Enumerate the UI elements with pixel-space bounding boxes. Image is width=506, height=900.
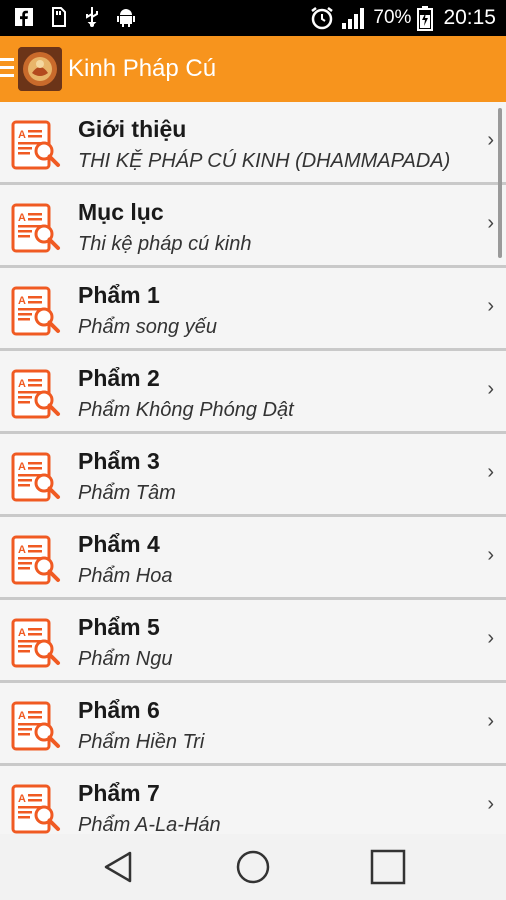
item-title: Giới thiệu [78, 116, 187, 142]
app-title: Kinh Pháp Cú [68, 55, 217, 82]
list-item[interactable]: A Phẩm 6 Phẩm Hiền Tri › [0, 683, 506, 766]
item-subtitle: Phẩm Hoa [78, 565, 173, 587]
signal-icon [342, 8, 365, 29]
chevron-right-icon: › [487, 295, 494, 317]
chevron-right-icon: › [487, 212, 494, 234]
document-search-icon: A [10, 119, 62, 171]
android-icon [117, 9, 135, 27]
app-bar: Kinh Pháp Cú [0, 36, 506, 102]
item-title: Phẩm 3 [78, 448, 160, 474]
chevron-right-icon: › [487, 461, 494, 483]
list-item[interactable]: A Mục lục Thi kệ pháp cú kinh › [0, 185, 506, 268]
document-search-icon: A [10, 700, 62, 752]
item-title: Phẩm 4 [78, 531, 160, 557]
item-subtitle: Phẩm A-La-Hán [78, 814, 221, 834]
item-subtitle: Phẩm Tâm [78, 482, 176, 504]
chevron-right-icon: › [487, 710, 494, 732]
document-search-icon: A [10, 617, 62, 669]
list-item[interactable]: A Phẩm 7 Phẩm A-La-Hán › [0, 766, 506, 834]
document-search-icon: A [10, 451, 62, 503]
document-search-icon: A [10, 202, 62, 254]
item-title: Phẩm 1 [78, 282, 160, 308]
item-title: Phẩm 6 [78, 697, 160, 723]
list-item[interactable]: A Phẩm 2 Phẩm Không Phóng Dật › [0, 351, 506, 434]
back-icon[interactable] [100, 847, 140, 887]
item-subtitle: Phẩm Hiền Tri [78, 731, 205, 753]
item-subtitle: Phẩm Không Phóng Dật [78, 399, 294, 421]
system-status: 70% 20:15 [309, 0, 496, 36]
recents-icon[interactable] [368, 847, 408, 887]
home-icon[interactable] [233, 847, 273, 887]
svg-text:A: A [18, 544, 26, 556]
document-search-icon: A [10, 783, 62, 834]
svg-text:A: A [18, 295, 26, 307]
scrollbar[interactable] [498, 108, 502, 258]
item-subtitle: Thi kệ pháp cú kinh [78, 233, 252, 255]
item-subtitle: Phẩm Ngu [78, 648, 173, 670]
document-search-icon: A [10, 285, 62, 337]
app-logo[interactable] [18, 47, 62, 91]
battery-percent: 70% [373, 7, 412, 28]
navigation-bar [0, 834, 506, 900]
document-search-icon: A [10, 368, 62, 420]
list-item[interactable]: A Giới thiệu THI KỆ PHÁP CÚ KINH (DHAMMA… [0, 102, 506, 185]
svg-text:A: A [18, 378, 26, 390]
chapter-list: A Giới thiệu THI KỆ PHÁP CÚ KINH (DHAMMA… [0, 102, 506, 834]
usb-icon [86, 7, 98, 27]
clock: 20:15 [443, 6, 496, 29]
facebook-icon [15, 8, 33, 27]
chevron-right-icon: › [487, 627, 494, 649]
list-item[interactable]: A Phẩm 3 Phẩm Tâm › [0, 434, 506, 517]
svg-text:A: A [18, 627, 26, 639]
notification-icons [14, 6, 136, 28]
item-title: Phẩm 5 [78, 614, 160, 640]
chevron-right-icon: › [487, 378, 494, 400]
svg-text:A: A [18, 461, 26, 473]
sd-card-icon [52, 7, 66, 27]
item-subtitle: THI KỆ PHÁP CÚ KINH (DHAMMAPADA) [78, 150, 451, 172]
item-subtitle: Phẩm song yếu [78, 316, 217, 338]
item-title: Mục lục [78, 199, 164, 225]
chevron-right-icon: › [487, 129, 494, 151]
item-title: Phẩm 7 [78, 780, 160, 806]
alarm-icon [311, 7, 334, 30]
list-item[interactable]: A Phẩm 5 Phẩm Ngu › [0, 600, 506, 683]
svg-text:A: A [18, 129, 26, 141]
svg-text:A: A [18, 212, 26, 224]
list-item[interactable]: A Phẩm 4 Phẩm Hoa › [0, 517, 506, 600]
menu-icon[interactable] [0, 58, 14, 80]
list-item[interactable]: A Phẩm 1 Phẩm song yếu › [0, 268, 506, 351]
svg-text:A: A [18, 793, 26, 805]
chevron-right-icon: › [487, 544, 494, 566]
svg-text:A: A [18, 710, 26, 722]
battery-icon [417, 6, 434, 31]
status-bar: 70% 20:15 [0, 0, 506, 36]
chevron-right-icon: › [487, 793, 494, 815]
item-title: Phẩm 2 [78, 365, 160, 391]
document-search-icon: A [10, 534, 62, 586]
